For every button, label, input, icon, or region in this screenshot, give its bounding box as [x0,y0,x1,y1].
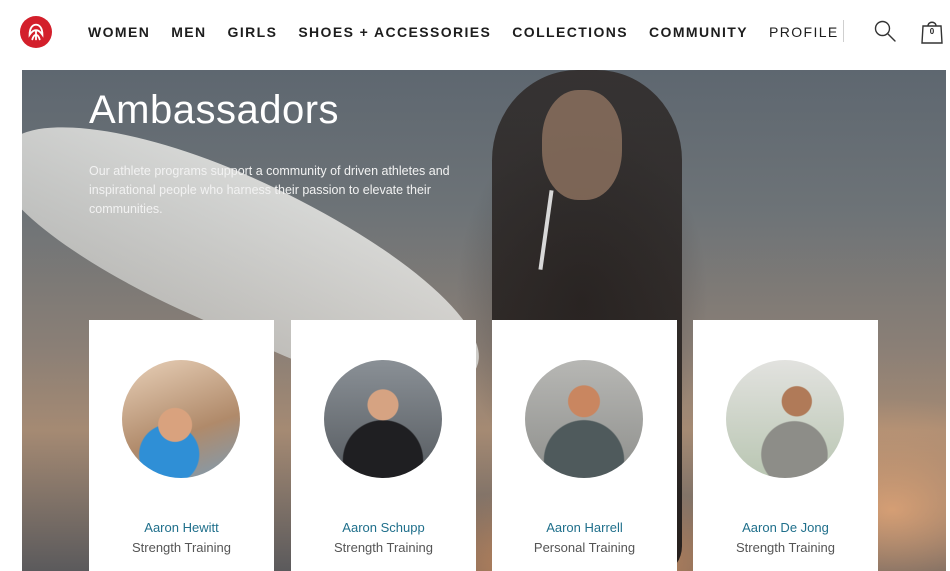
ambassador-card[interactable]: Aaron De Jong Strength Training [693,320,878,571]
ambassador-card[interactable]: Aaron Hewitt Strength Training [89,320,274,571]
avatar[interactable] [726,360,844,478]
ambassador-role: Strength Training [735,540,835,555]
shopping-bag-icon[interactable]: 0 [920,18,944,44]
ambassador-name[interactable]: Aaron Harrell [492,520,677,535]
nav-item-community[interactable]: COMMUNITY [649,24,748,40]
nav-divider [843,20,844,42]
bag-count-badge: 0 [929,27,935,36]
ambassador-card[interactable]: Aaron Schupp Strength Training [291,320,476,571]
nav-item-shoes-accessories[interactable]: SHOES + ACCESSORIES [298,24,491,40]
nav-item-men[interactable]: MEN [171,24,206,40]
ambassador-role: Personal Training [533,540,636,555]
logo-mark-icon [28,23,44,41]
ambassador-name[interactable]: Aaron Schupp [291,520,476,535]
ambassador-role: Strength Training [333,540,433,555]
page-title: Ambassadors [89,88,340,132]
main-nav: WOMEN MEN GIRLS SHOES + ACCESSORIES COLL… [88,0,839,64]
ambassador-card[interactable]: Aaron Harrell Personal Training [492,320,677,571]
ambassador-name[interactable]: Aaron De Jong [693,520,878,535]
nav-item-girls[interactable]: GIRLS [228,24,278,40]
avatar[interactable] [324,360,442,478]
lululemon-logo-icon[interactable] [20,16,52,48]
avatar[interactable] [122,360,240,478]
hero-description: Our athlete programs support a community… [89,164,450,216]
avatar[interactable] [525,360,643,478]
site-header: WOMEN MEN GIRLS SHOES + ACCESSORIES COLL… [0,0,950,68]
ambassador-name[interactable]: Aaron Hewitt [89,520,274,535]
nav-item-women[interactable]: WOMEN [88,24,150,40]
search-icon[interactable] [873,19,897,43]
hero-person-face [542,90,622,200]
ambassador-role: Strength Training [131,540,231,555]
nav-item-profile[interactable]: PROFILE [769,24,839,40]
nav-item-collections[interactable]: COLLECTIONS [512,24,628,40]
